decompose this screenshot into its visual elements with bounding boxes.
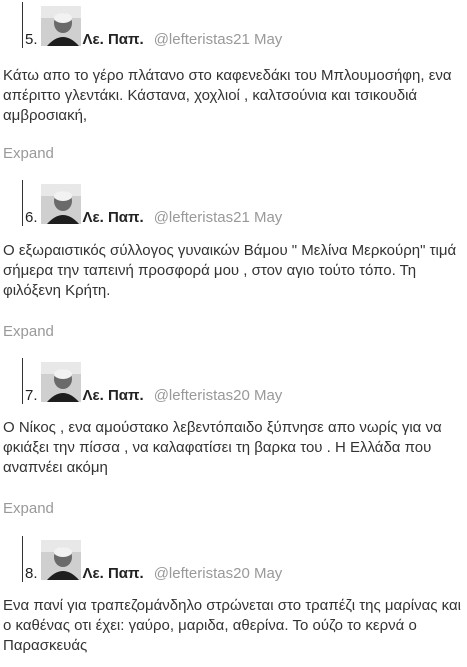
expand-link[interactable]: Expand <box>3 500 54 517</box>
tweet-date[interactable]: 20 May <box>233 565 282 582</box>
tweet-date[interactable]: 21 May <box>233 31 282 48</box>
author-name[interactable]: Λε. Παπ. <box>83 566 144 582</box>
author-name[interactable]: Λε. Παπ. <box>83 388 144 404</box>
tweet-text: Κάτω απο το γέρο πλάτανο στο καφενεδάκι … <box>3 67 452 124</box>
tweet-header: 5. Λε. Παπ. @lefteristas21 May <box>22 2 282 48</box>
author-handle[interactable]: @lefteristas21 May <box>154 32 283 48</box>
handle-text: @lefteristas <box>153 565 234 582</box>
author-name[interactable]: Λε. Παπ. <box>83 32 144 48</box>
tweet-index: 6. <box>25 209 38 226</box>
author-name[interactable]: Λε. Παπ. <box>83 210 144 226</box>
tweet-header: 8. Λε. Παπ. @lefteristas20 May <box>22 536 282 582</box>
tweet-index: 7. <box>25 387 38 404</box>
author-handle[interactable]: @lefteristas20 May <box>154 388 283 404</box>
author-handle[interactable]: @lefteristas20 May <box>154 566 283 582</box>
tweet-index: 5. <box>25 31 38 48</box>
author-handle[interactable]: @lefteristas21 May <box>154 210 283 226</box>
tweet-text: Ενα πανί για τραπεζομάνδηλο στρώνεται στ… <box>3 597 461 654</box>
expand-link[interactable]: Expand <box>3 323 54 340</box>
handle-text: @lefteristas <box>153 31 234 48</box>
tweet-text: Ο εξωραιστικός σύλλογος γυναικών Βάμου "… <box>3 242 457 299</box>
handle-text: @lefteristas <box>153 209 234 226</box>
avatar[interactable] <box>40 184 81 224</box>
tweet-date[interactable]: 21 May <box>233 209 282 226</box>
tweet-header: 7. Λε. Παπ. @lefteristas20 May <box>22 358 282 404</box>
expand-link[interactable]: Expand <box>3 145 54 162</box>
handle-text: @lefteristas <box>153 387 234 404</box>
avatar[interactable] <box>40 540 81 580</box>
avatar[interactable] <box>40 6 81 46</box>
tweet-date[interactable]: 20 May <box>233 387 282 404</box>
avatar[interactable] <box>40 362 81 402</box>
tweet-header: 6. Λε. Παπ. @lefteristas21 May <box>22 180 282 226</box>
tweet-index: 8. <box>25 565 38 582</box>
tweet-text: Ο Νίκος , ενα αμούστακο λεβεντόπαιδο ξύπ… <box>3 419 442 476</box>
